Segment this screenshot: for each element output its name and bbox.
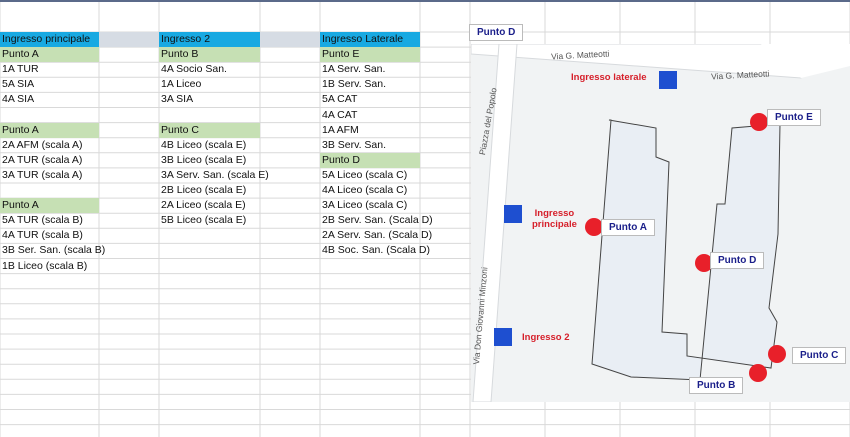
cell[interactable]: 2A Serv. San. (Scala D) xyxy=(320,228,432,243)
cell[interactable]: 3B Ser. San. (scala B) xyxy=(0,243,105,258)
cell[interactable]: 2A Liceo (scala E) xyxy=(159,198,260,213)
point-marker-c[interactable] xyxy=(768,345,786,363)
cell[interactable]: 4B Liceo (scala E) xyxy=(159,138,260,153)
column-header[interactable]: Ingresso principale xyxy=(0,32,99,47)
entrance-marker-second[interactable] xyxy=(494,328,512,346)
entrance-label: Ingresso 2 xyxy=(522,332,570,343)
cell[interactable]: 1B Serv. San. xyxy=(320,77,420,92)
cell-group-label[interactable]: Punto C xyxy=(159,122,260,138)
cell[interactable]: 5B Liceo (scala E) xyxy=(159,213,260,228)
cell[interactable] xyxy=(0,108,99,123)
campus-map: Via G. Matteotti Via G. Matteotti Piazza… xyxy=(471,44,850,402)
cell[interactable] xyxy=(0,183,99,198)
column-header[interactable]: Ingresso 2 xyxy=(159,32,260,47)
cell[interactable]: 2B Serv. San. (Scala D) xyxy=(320,213,433,228)
cell[interactable]: 1A TUR xyxy=(0,62,99,77)
cell[interactable]: 5A SIA xyxy=(0,77,99,92)
cell[interactable] xyxy=(159,108,260,123)
cell[interactable]: 4B Soc. San. (Scala D) xyxy=(320,243,430,258)
entrance-label: Ingresso principale xyxy=(532,208,577,230)
cell[interactable]: 3A Serv. San. (scala E) xyxy=(159,168,269,183)
cell-group-label[interactable]: Punto A xyxy=(0,122,99,138)
point-marker-e[interactable] xyxy=(750,113,768,131)
entrance-label: Ingresso laterale xyxy=(571,72,647,83)
cell[interactable]: 5A CAT xyxy=(320,92,420,107)
cell[interactable]: 1A AFM xyxy=(320,123,420,138)
cell[interactable]: 4A Socio San. xyxy=(159,62,260,77)
cell-group-label[interactable]: Punto D xyxy=(320,152,420,168)
cell-group-label[interactable]: Punto A xyxy=(0,198,99,214)
cell[interactable]: 3B Serv. San. xyxy=(320,138,420,153)
entrance-marker-main[interactable] xyxy=(504,205,522,223)
cell[interactable]: 4A TUR (scala B) xyxy=(0,228,99,243)
cell-group-label[interactable]: Punto E xyxy=(320,47,420,63)
cell[interactable]: 3A Liceo (scala C) xyxy=(320,198,420,213)
cell[interactable]: 5A TUR (scala B) xyxy=(0,213,99,228)
cell[interactable]: 4A SIA xyxy=(0,92,99,107)
cell[interactable]: 4A CAT xyxy=(320,108,420,123)
point-label: Punto B xyxy=(689,377,744,394)
cell[interactable]: 1B Liceo (scala B) xyxy=(0,259,99,274)
building-left xyxy=(591,119,781,381)
point-label: Punto C xyxy=(792,347,847,364)
cell[interactable]: 5A Liceo (scala C) xyxy=(320,168,420,183)
cell[interactable]: 1A Liceo xyxy=(159,77,260,92)
ribbon-edge xyxy=(0,0,850,2)
point-label: Punto E xyxy=(767,109,821,126)
floating-label: Punto D xyxy=(469,24,524,41)
cell-group-label[interactable]: Punto A xyxy=(0,47,99,63)
cell[interactable]: 3A SIA xyxy=(159,92,260,107)
cell[interactable]: 3B Liceo (scala E) xyxy=(159,153,260,168)
cell[interactable]: 4A Liceo (scala C) xyxy=(320,183,420,198)
cell[interactable]: 2A TUR (scala A) xyxy=(0,153,99,168)
entrance-marker-lateral[interactable] xyxy=(659,71,677,89)
point-label: Punto D xyxy=(710,252,765,269)
cell[interactable]: 2A AFM (scala A) xyxy=(0,138,99,153)
column-header[interactable]: Ingresso Laterale xyxy=(320,32,420,47)
point-label: Punto A xyxy=(601,219,655,236)
point-marker-b[interactable] xyxy=(749,364,767,382)
cell[interactable]: 1A Serv. San. xyxy=(320,62,420,77)
cell-group-label[interactable]: Punto B xyxy=(159,47,260,63)
cell[interactable]: 3A TUR (scala A) xyxy=(0,168,99,183)
cell[interactable]: 2B Liceo (scala E) xyxy=(159,183,260,198)
